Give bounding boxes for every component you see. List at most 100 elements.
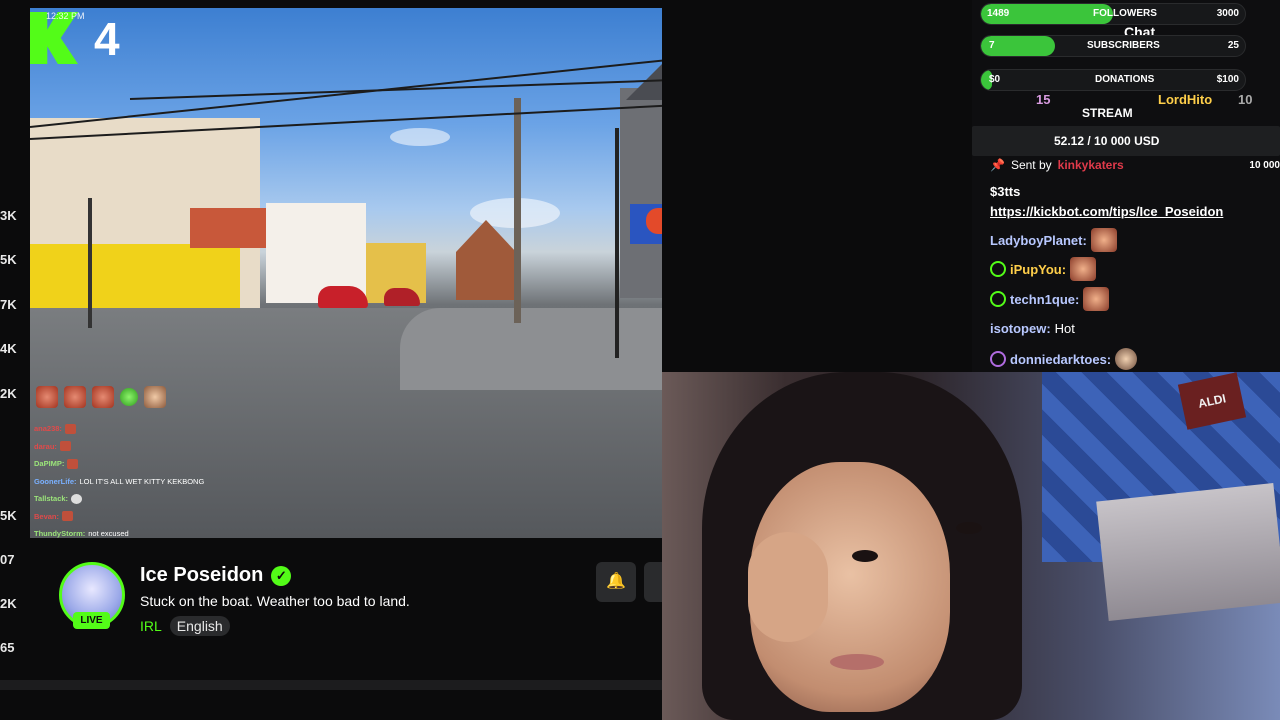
live-badge: LIVE <box>73 612 110 629</box>
chat-username: ana238: <box>34 424 62 433</box>
sidebar-stat: 2K <box>0 386 17 401</box>
chat-username[interactable]: iPupYou: <box>1010 262 1066 277</box>
chat-text: LOL IT'S ALL WET KITTY KEKBONG <box>79 476 205 486</box>
channel-info: LIVE Ice Poseidon ✓ Stuck on the boat. W… <box>30 538 664 680</box>
sender-username[interactable]: kinkykaters <box>1058 158 1124 172</box>
bell-icon: 🔔 <box>606 573 626 590</box>
sub-badge-icon <box>990 291 1006 307</box>
shop-sign <box>646 208 662 234</box>
kiosk <box>456 220 516 300</box>
goal-label: SUBSCRIBERS <box>1087 40 1160 51</box>
stream-page: 3K 5K 7K 4K 2K 5K 07 2K 65 12:32 PM 4 an… <box>0 0 1280 720</box>
chat-username: DaPIMP: <box>34 459 65 468</box>
emote-icon <box>1070 257 1097 281</box>
goal-current: 1489 <box>987 8 1010 19</box>
emote-icon <box>59 441 71 452</box>
emote-icon <box>1115 348 1138 370</box>
channel-name-row: Ice Poseidon ✓ <box>140 564 292 587</box>
emote-icon <box>64 423 76 434</box>
chat-username: Bevan: <box>34 511 60 521</box>
top-donor-1-amount: 15 <box>1036 92 1051 107</box>
goals-and-chat-panel: 1489 FOLLOWERS 3000 Chat 7 SUBSCRIBERS 2… <box>972 0 1280 372</box>
chat-text: not excused <box>88 529 129 538</box>
overlay-chat-line: darau: <box>34 438 204 456</box>
chat-username: Tallstack: <box>34 494 69 503</box>
sidebar-stat: 4K <box>0 341 17 356</box>
chat-username[interactable]: LadyboyPlanet: <box>990 233 1087 248</box>
goal-label: DONATIONS <box>1095 74 1155 85</box>
chat-message: LadyboyPlanet: <box>990 228 1117 252</box>
tip-goal-amount: 52.12 / 10 000 USD <box>1054 134 1160 148</box>
sub-badge-icon <box>990 351 1006 367</box>
badge-number: 4 <box>94 13 120 65</box>
chat-username[interactable]: isotopew: <box>990 321 1051 336</box>
utility-pole <box>514 98 521 323</box>
kick-stream-badge: 12:32 PM 4 <box>30 8 140 76</box>
lips <box>830 654 884 670</box>
bottom-scrollbar[interactable] <box>0 680 662 690</box>
overlay-emote-row <box>36 386 166 408</box>
overlay-chat: ana238: darau: DaPIMP: GoonerLife: LOL IT… <box>34 420 204 538</box>
chat-message: iPupYou: <box>990 257 1097 281</box>
language-tag[interactable]: English <box>169 616 230 636</box>
stream-title: Stuck on the boat. Weather too bad to la… <box>140 593 410 609</box>
overlay-chat-line: GoonerLife: LOL IT'S ALL WET KITTY KEKBON… <box>34 473 204 491</box>
sub-badge-icon <box>990 261 1006 277</box>
channel-name[interactable]: Ice Poseidon <box>140 564 263 587</box>
power-line <box>129 79 662 100</box>
sidebar-stat: 07 <box>0 552 15 567</box>
followers-goal-bar: 1489 FOLLOWERS 3000 <box>980 3 1246 25</box>
chat-message: techn1que: <box>990 287 1110 311</box>
sidebar-stat: 5K <box>0 252 17 267</box>
subscribers-goal-bar: 7 SUBSCRIBERS 25 <box>980 35 1246 57</box>
emote-icon <box>92 386 114 408</box>
sidebar-stat: 2K <box>0 596 17 611</box>
notification-bell-button[interactable]: 🔔 <box>596 562 636 602</box>
sidewalk <box>400 308 662 390</box>
emote-icon <box>62 511 74 522</box>
chat-username[interactable]: techn1que: <box>1010 292 1079 307</box>
overlay-chat-line: Tallstack: <box>34 490 204 508</box>
webcam-overlay: ALDI <box>662 372 1280 720</box>
goal-target: $100 <box>1216 74 1239 85</box>
emote-icon <box>36 386 58 408</box>
emote-icon <box>1083 287 1110 311</box>
tip-link[interactable]: https://kickbot.com/tips/Ice_Poseidon <box>990 204 1223 219</box>
traffic-light-pole <box>88 198 92 328</box>
yellow-storefront <box>30 244 240 314</box>
video-player[interactable]: 12:32 PM 4 ana238: darau: DaPIMP: Gooner… <box>30 8 662 538</box>
sent-amount: 10 000 <box>1249 159 1280 171</box>
stream-label: STREAM <box>1082 106 1133 120</box>
sent-by-label: Sent by <box>1010 158 1052 172</box>
sidebar-stat: 7K <box>0 297 17 312</box>
tts-message: $3tts <box>990 184 1021 199</box>
top-donor-3-name: LordHito <box>1158 92 1213 107</box>
cloud <box>390 128 450 146</box>
sidebar-stat: 5K <box>0 508 17 523</box>
top-donor-3-amount: 10 <box>1238 92 1253 107</box>
emote-icon <box>67 458 79 469</box>
emote-icon <box>144 386 166 408</box>
goal-current: 7 <box>989 40 995 51</box>
balcony <box>190 208 270 248</box>
emote-icon <box>64 386 86 408</box>
emote-icon <box>71 493 83 504</box>
overlay-chat-line: ThundyStorm: not excused <box>34 525 204 538</box>
goal-target: 25 <box>1227 40 1239 51</box>
chat-message: donniedarktoes: <box>990 348 1138 370</box>
category-link[interactable]: IRL <box>140 618 162 634</box>
stream-time: 12:32 PM <box>46 11 85 21</box>
chat-username: darau: <box>34 441 57 451</box>
goal-label: FOLLOWERS <box>1093 8 1157 19</box>
traffic-light-pole <box>615 128 619 358</box>
eye <box>852 550 878 562</box>
overlay-chat-line: DaPIMP: <box>34 455 204 473</box>
building-right-gray <box>620 88 662 298</box>
pillow <box>1096 483 1280 621</box>
overlay-chat-line: ana238: <box>34 420 204 438</box>
donations-goal-bar: $0 DONATIONS $100 <box>980 69 1246 91</box>
follow-button[interactable] <box>644 562 664 602</box>
goal-target: 3000 <box>1216 8 1239 19</box>
emote-icon <box>1090 228 1117 252</box>
chat-username[interactable]: donniedarktoes: <box>1010 352 1111 367</box>
